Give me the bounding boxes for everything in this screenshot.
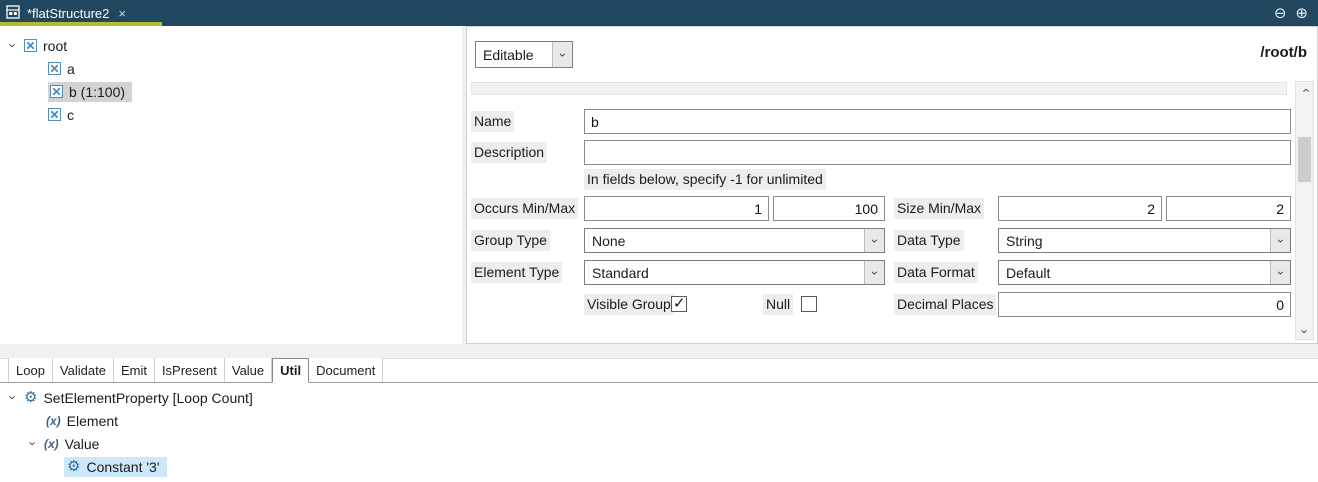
group-type-dropdown[interactable]: None ›	[584, 228, 885, 253]
flat-structure-icon	[6, 5, 20, 22]
element-type-label: Element Type	[471, 262, 562, 283]
edit-mode-dropdown[interactable]: Editable ›	[475, 41, 573, 68]
rule-item-constant[interactable]: ⚙ Constant '3'	[0, 455, 1318, 478]
tree-item-label: a	[67, 61, 75, 77]
element-type-dropdown[interactable]: Standard ›	[584, 260, 885, 285]
variable-icon: (x)	[44, 437, 59, 451]
structure-tree-panel: › root a b (1:100) c	[0, 26, 462, 344]
dropdown-button[interactable]: ›	[864, 229, 884, 252]
visible-group-checkbox[interactable]	[671, 296, 687, 312]
size-minmax-label: Size Min/Max	[894, 198, 984, 219]
name-label: Name	[471, 111, 514, 132]
data-type-dropdown[interactable]: String ›	[998, 228, 1291, 253]
tree-item-a[interactable]: a	[0, 57, 462, 80]
null-checkbox[interactable]	[801, 296, 817, 312]
null-label: Null	[763, 294, 793, 315]
tab-validate[interactable]: Validate	[53, 358, 114, 382]
tab-document[interactable]: Document	[309, 358, 383, 382]
element-icon	[50, 85, 63, 98]
chevron-up-icon: ›	[1298, 85, 1311, 95]
tree-item-b[interactable]: b (1:100)	[0, 80, 462, 103]
tree-item-label: root	[43, 38, 67, 54]
minimize-icon[interactable]: ⊖	[1274, 6, 1287, 21]
tab-loop[interactable]: Loop	[8, 358, 53, 382]
tab-emit[interactable]: Emit	[114, 358, 155, 382]
rule-tab-bar: Loop Validate Emit IsPresent Value Util …	[0, 358, 1318, 383]
tree-item-label: c	[67, 107, 74, 123]
unlimited-hint-text: In fields below, specify -1 for unlimite…	[584, 169, 826, 190]
util-rule-tree: › ⚙ SetElementProperty [Loop Count] (x) …	[0, 383, 1318, 482]
rule-item-value[interactable]: › (x) Value	[0, 432, 1318, 455]
group-type-label: Group Type	[471, 230, 550, 251]
maximize-icon[interactable]: ⊕	[1295, 6, 1308, 21]
tree-item-c[interactable]: c	[0, 103, 462, 126]
tree-item-label: b (1:100)	[69, 84, 125, 100]
chevron-down-icon: ›	[1275, 268, 1287, 278]
occurs-minmax-label: Occurs Min/Max	[471, 198, 578, 219]
properties-panel: Editable › /root/b Name Description In f…	[466, 26, 1318, 344]
description-label: Description	[471, 142, 547, 163]
editor-tab-title: *flatStructure2	[27, 6, 109, 21]
rule-item-label: Constant '3'	[86, 459, 159, 475]
size-max-input[interactable]	[1166, 196, 1291, 221]
dropdown-button[interactable]: ›	[1270, 261, 1290, 284]
selected-rule-item: ⚙ Constant '3'	[64, 457, 167, 477]
chevron-down-icon: ›	[1298, 326, 1311, 336]
rule-item-setelementproperty[interactable]: › ⚙ SetElementProperty [Loop Count]	[0, 386, 1318, 409]
element-path: /root/b	[1260, 44, 1307, 61]
group-type-value: None	[585, 229, 864, 252]
tab-value[interactable]: Value	[225, 358, 272, 382]
selected-tree-item: b (1:100)	[48, 82, 132, 102]
dropdown-button[interactable]: ›	[864, 261, 884, 284]
edit-mode-value: Editable	[476, 42, 552, 67]
tab-util[interactable]: Util	[272, 358, 309, 383]
visible-group-label: Visible Group	[584, 294, 674, 315]
vertical-scrollbar[interactable]: › ›	[1295, 81, 1314, 340]
rule-gear-icon: ⚙	[67, 459, 80, 474]
rule-item-label: Element	[67, 413, 118, 429]
rule-item-label: Value	[65, 436, 100, 452]
rule-item-label: SetElementProperty [Loop Count]	[43, 390, 252, 406]
element-icon	[48, 108, 61, 121]
element-icon	[48, 62, 61, 75]
occurs-min-input[interactable]	[584, 196, 769, 221]
size-min-input[interactable]	[998, 196, 1162, 221]
chevron-down-icon: ›	[1275, 236, 1287, 246]
decimal-places-input[interactable]	[998, 292, 1291, 317]
chevron-down-icon[interactable]: ›	[7, 41, 20, 51]
rule-gear-icon: ⚙	[24, 390, 37, 405]
element-type-value: Standard	[585, 261, 864, 284]
element-icon	[24, 39, 37, 52]
horizontal-scrollbar[interactable]	[471, 82, 1287, 95]
chevron-down-icon: ›	[869, 236, 881, 246]
scroll-up-icon[interactable]: ›	[1296, 82, 1313, 98]
tab-ispresent[interactable]: IsPresent	[155, 358, 225, 382]
dropdown-button[interactable]: ›	[1270, 229, 1290, 252]
data-type-label: Data Type	[894, 230, 964, 251]
description-input[interactable]	[584, 140, 1291, 165]
data-format-value: Default	[999, 261, 1270, 284]
data-format-dropdown[interactable]: Default ›	[998, 260, 1291, 285]
chevron-down-icon[interactable]: ›	[27, 439, 40, 449]
data-format-label: Data Format	[894, 262, 978, 283]
view-actions: ⊖ ⊕	[1274, 6, 1318, 21]
name-input[interactable]	[584, 109, 1291, 134]
chevron-down-icon: ›	[869, 268, 881, 278]
chevron-down-icon: ›	[557, 50, 569, 60]
decimal-places-label: Decimal Places	[894, 294, 996, 315]
data-type-value: String	[999, 229, 1270, 252]
tree-item-root[interactable]: › root	[0, 34, 462, 57]
chevron-down-icon[interactable]: ›	[7, 393, 20, 403]
scroll-down-icon[interactable]: ›	[1296, 323, 1313, 339]
rule-item-element[interactable]: (x) Element	[0, 409, 1318, 432]
dropdown-button[interactable]: ›	[552, 42, 572, 67]
scrollbar-thumb[interactable]	[1298, 137, 1311, 182]
occurs-max-input[interactable]	[773, 196, 885, 221]
close-icon[interactable]: ×	[118, 6, 126, 21]
variable-icon: (x)	[46, 414, 61, 428]
editor-tab-bar: *flatStructure2 × ⊖ ⊕	[0, 0, 1318, 26]
